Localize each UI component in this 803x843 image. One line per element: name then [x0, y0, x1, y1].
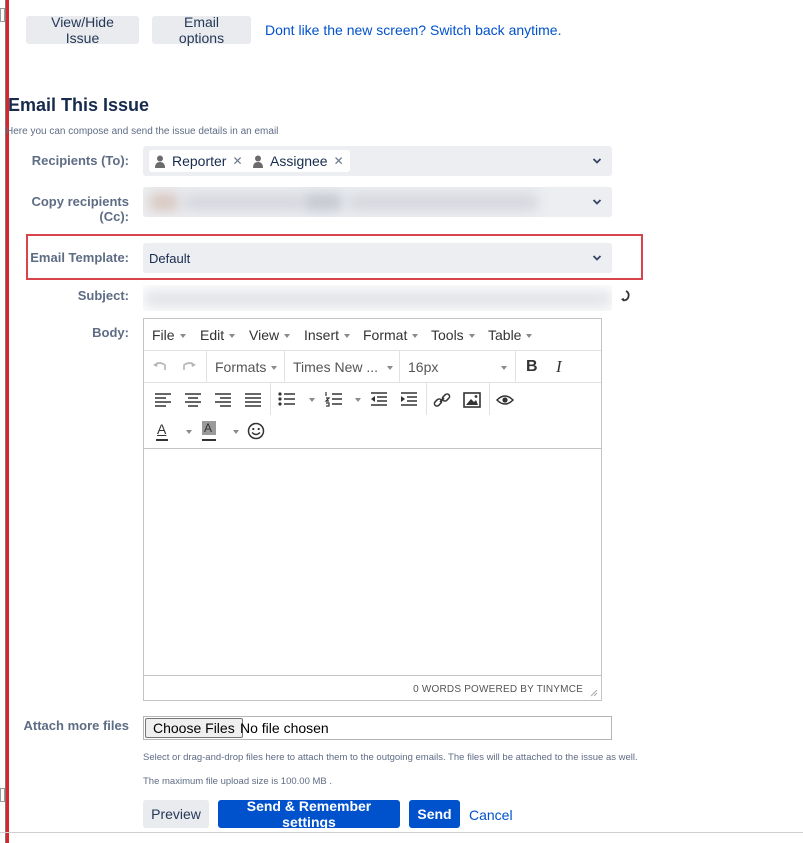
chevron-down-icon — [592, 255, 602, 261]
recipients-select[interactable]: Reporter ✕ Assignee ✕ — [143, 146, 612, 176]
template-value: Default — [149, 251, 191, 266]
send-button[interactable]: Send — [409, 800, 460, 828]
recipient-name: Reporter — [172, 153, 227, 169]
email-options-button[interactable]: Email options — [152, 14, 251, 46]
edge-checkbox — [0, 788, 5, 802]
chevron-down-icon — [592, 158, 602, 164]
cc-select[interactable] — [143, 187, 612, 217]
chevron-down-icon — [592, 199, 602, 205]
edge-checkbox — [0, 8, 5, 22]
italic-icon[interactable]: I — [556, 357, 562, 377]
image-icon[interactable] — [462, 390, 482, 410]
formats-dropdown[interactable]: Formats — [215, 359, 278, 375]
choose-files-button[interactable]: Choose Files — [145, 718, 243, 738]
template-select[interactable]: Default — [143, 243, 612, 273]
remove-icon[interactable]: ✕ — [232, 154, 242, 168]
recipient-name: Assignee — [270, 153, 328, 169]
attach-label: Attach more files — [23, 718, 129, 733]
attach-help-text: Select or drag-and-drop files here to at… — [143, 752, 638, 763]
menu-tools[interactable]: Tools — [431, 327, 475, 343]
template-label: Email Template: — [30, 250, 129, 265]
file-input[interactable]: Choose Files No file chosen — [143, 716, 612, 740]
undo-icon[interactable] — [150, 357, 170, 377]
remove-icon[interactable]: ✕ — [334, 154, 344, 168]
recipient-chip[interactable]: Assignee ✕ — [247, 150, 350, 172]
editor-statusbar: 0 WORDS POWERED BY TINYMCE — [144, 675, 601, 700]
editor-menubar: File Edit View Insert Format Tools Table — [144, 319, 601, 351]
body-label: Body: — [92, 325, 129, 340]
redacted-subject — [143, 289, 612, 309]
word-count: 0 WORDS POWERED BY TINYMCE — [413, 684, 583, 695]
bold-icon[interactable]: B — [526, 358, 538, 376]
toolbar-separator — [270, 383, 271, 415]
editor-toolbar-row1: Formats Times New ... 16px B I — [144, 351, 601, 383]
recipient-chip[interactable]: Reporter ✕ — [149, 150, 249, 172]
align-justify-icon[interactable] — [243, 390, 263, 410]
outdent-icon[interactable] — [369, 390, 389, 410]
chevron-down-icon[interactable] — [233, 430, 239, 434]
text-color-icon[interactable]: A — [153, 421, 173, 441]
view-hide-issue-button[interactable]: View/Hide Issue — [26, 14, 139, 46]
redacted-recipient — [149, 193, 179, 211]
redo-icon[interactable] — [179, 357, 199, 377]
toolbar-separator — [399, 351, 400, 383]
recipients-label: Recipients (To): — [31, 153, 129, 168]
font-size-dropdown[interactable]: 16px — [408, 359, 438, 375]
menu-edit[interactable]: Edit — [200, 327, 236, 343]
editor-content-area[interactable] — [144, 450, 601, 675]
user-icon — [155, 155, 165, 168]
toolbar-separator — [284, 351, 285, 383]
menu-view[interactable]: View — [249, 327, 291, 343]
form-hint: Here you can compose and send the issue … — [6, 126, 279, 137]
no-file-text: No file chosen — [240, 720, 329, 736]
bottom-divider — [0, 832, 803, 833]
menu-format[interactable]: Format — [363, 327, 419, 343]
preview-button[interactable]: Preview — [143, 800, 209, 828]
numbered-list-icon[interactable] — [324, 389, 344, 409]
menu-file[interactable]: File — [152, 327, 186, 343]
subject-input[interactable] — [143, 285, 612, 311]
redacted-recipient — [183, 193, 303, 211]
chevron-down-icon — [501, 366, 507, 370]
redacted-recipient — [303, 193, 343, 211]
emoticon-icon[interactable] — [246, 421, 266, 441]
chevron-down-icon[interactable] — [186, 430, 192, 434]
link-icon[interactable] — [432, 390, 452, 410]
toolbar-separator — [206, 351, 207, 383]
editor-toolbar-row3: A A — [144, 415, 601, 449]
indent-icon[interactable] — [399, 390, 419, 410]
align-left-icon[interactable] — [153, 390, 173, 410]
user-icon — [253, 155, 263, 168]
preview-eye-icon[interactable] — [495, 390, 515, 410]
resize-handle-icon[interactable] — [590, 689, 598, 697]
menu-table[interactable]: Table — [488, 327, 533, 343]
toolbar-separator — [489, 383, 490, 415]
toolbar-separator — [426, 383, 427, 415]
page-title: Email This Issue — [8, 95, 150, 115]
rich-text-editor: File Edit View Insert Format Tools Table… — [143, 318, 602, 701]
cancel-link[interactable]: Cancel — [469, 807, 513, 823]
refresh-icon[interactable] — [619, 289, 631, 303]
chevron-down-icon[interactable] — [309, 398, 315, 402]
menu-insert[interactable]: Insert — [304, 327, 351, 343]
subject-label: Subject: — [77, 288, 129, 303]
send-remember-button[interactable]: Send & Remember settings — [218, 798, 400, 830]
redacted-recipient — [348, 193, 538, 211]
chevron-down-icon[interactable] — [355, 398, 361, 402]
max-size-text: The maximum file upload size is 100.00 M… — [143, 776, 333, 787]
editor-toolbar-row2 — [144, 383, 601, 415]
toolbar-separator — [515, 351, 516, 383]
align-center-icon[interactable] — [183, 390, 203, 410]
font-family-dropdown[interactable]: Times New ... — [293, 359, 394, 375]
bullet-list-icon[interactable] — [277, 389, 297, 409]
align-right-icon[interactable] — [213, 390, 233, 410]
cc-label: Copy recipients (Cc): — [31, 194, 129, 224]
background-color-icon[interactable]: A — [200, 421, 220, 441]
switch-back-link[interactable]: Dont like the new screen? Switch back an… — [265, 22, 561, 38]
